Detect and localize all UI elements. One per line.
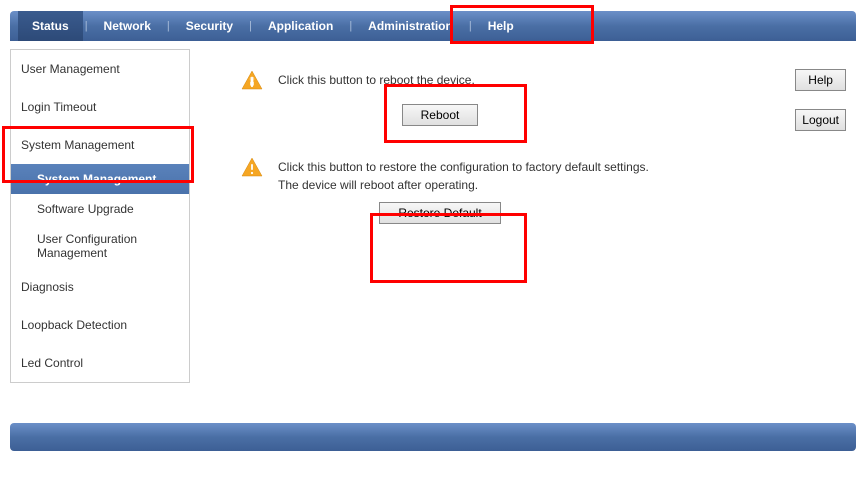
sidebar-item-login-timeout[interactable]: Login Timeout xyxy=(11,88,189,126)
reboot-message-text: Click this button to reboot the device. xyxy=(278,69,475,89)
sidebar: User Management Login Timeout System Man… xyxy=(10,49,190,383)
warning-icon xyxy=(240,69,264,96)
top-navigation: Status | Network | Security | Applicatio… xyxy=(10,11,856,41)
main-area: User Management Login Timeout System Man… xyxy=(0,41,866,383)
sidebar-item-led-control[interactable]: Led Control xyxy=(11,344,189,382)
nav-separator: | xyxy=(83,20,90,32)
nav-separator: | xyxy=(347,20,354,32)
sidebar-sub-software-upgrade[interactable]: Software Upgrade xyxy=(11,194,189,224)
nav-separator: | xyxy=(467,20,474,32)
right-action-buttons: Help Logout xyxy=(795,69,846,131)
reboot-button-row: Reboot xyxy=(240,104,640,126)
nav-security[interactable]: Security xyxy=(172,11,247,41)
sidebar-sub-user-configuration-management[interactable]: User Configuration Management xyxy=(11,224,189,268)
nav-network[interactable]: Network xyxy=(90,11,165,41)
warning-icon xyxy=(240,156,264,183)
nav-separator: | xyxy=(165,20,172,32)
restore-message-row: Click this button to restore the configu… xyxy=(240,156,846,194)
sidebar-item-diagnosis[interactable]: Diagnosis xyxy=(11,268,189,306)
nav-separator: | xyxy=(247,20,254,32)
sidebar-item-system-management[interactable]: System Management xyxy=(11,126,189,164)
nav-status[interactable]: Status xyxy=(18,11,83,41)
restore-default-button[interactable]: Restore Default xyxy=(379,202,500,224)
nav-application[interactable]: Application xyxy=(254,11,347,41)
sidebar-sub-system-management[interactable]: System Management xyxy=(11,164,189,194)
nav-help[interactable]: Help xyxy=(474,11,528,41)
reboot-message-row: Click this button to reboot the device. xyxy=(240,69,846,96)
sidebar-item-user-management[interactable]: User Management xyxy=(11,50,189,88)
nav-administration[interactable]: Administration xyxy=(354,11,467,41)
content-area: Help Logout Click this button to reboot … xyxy=(200,49,856,254)
help-button[interactable]: Help xyxy=(795,69,846,91)
restore-button-row: Restore Default xyxy=(240,202,640,224)
restore-message-text: Click this button to restore the configu… xyxy=(278,156,658,194)
sidebar-item-loopback-detection[interactable]: Loopback Detection xyxy=(11,306,189,344)
logout-button[interactable]: Logout xyxy=(795,109,846,131)
reboot-button[interactable]: Reboot xyxy=(402,104,479,126)
footer-bar xyxy=(10,423,856,451)
